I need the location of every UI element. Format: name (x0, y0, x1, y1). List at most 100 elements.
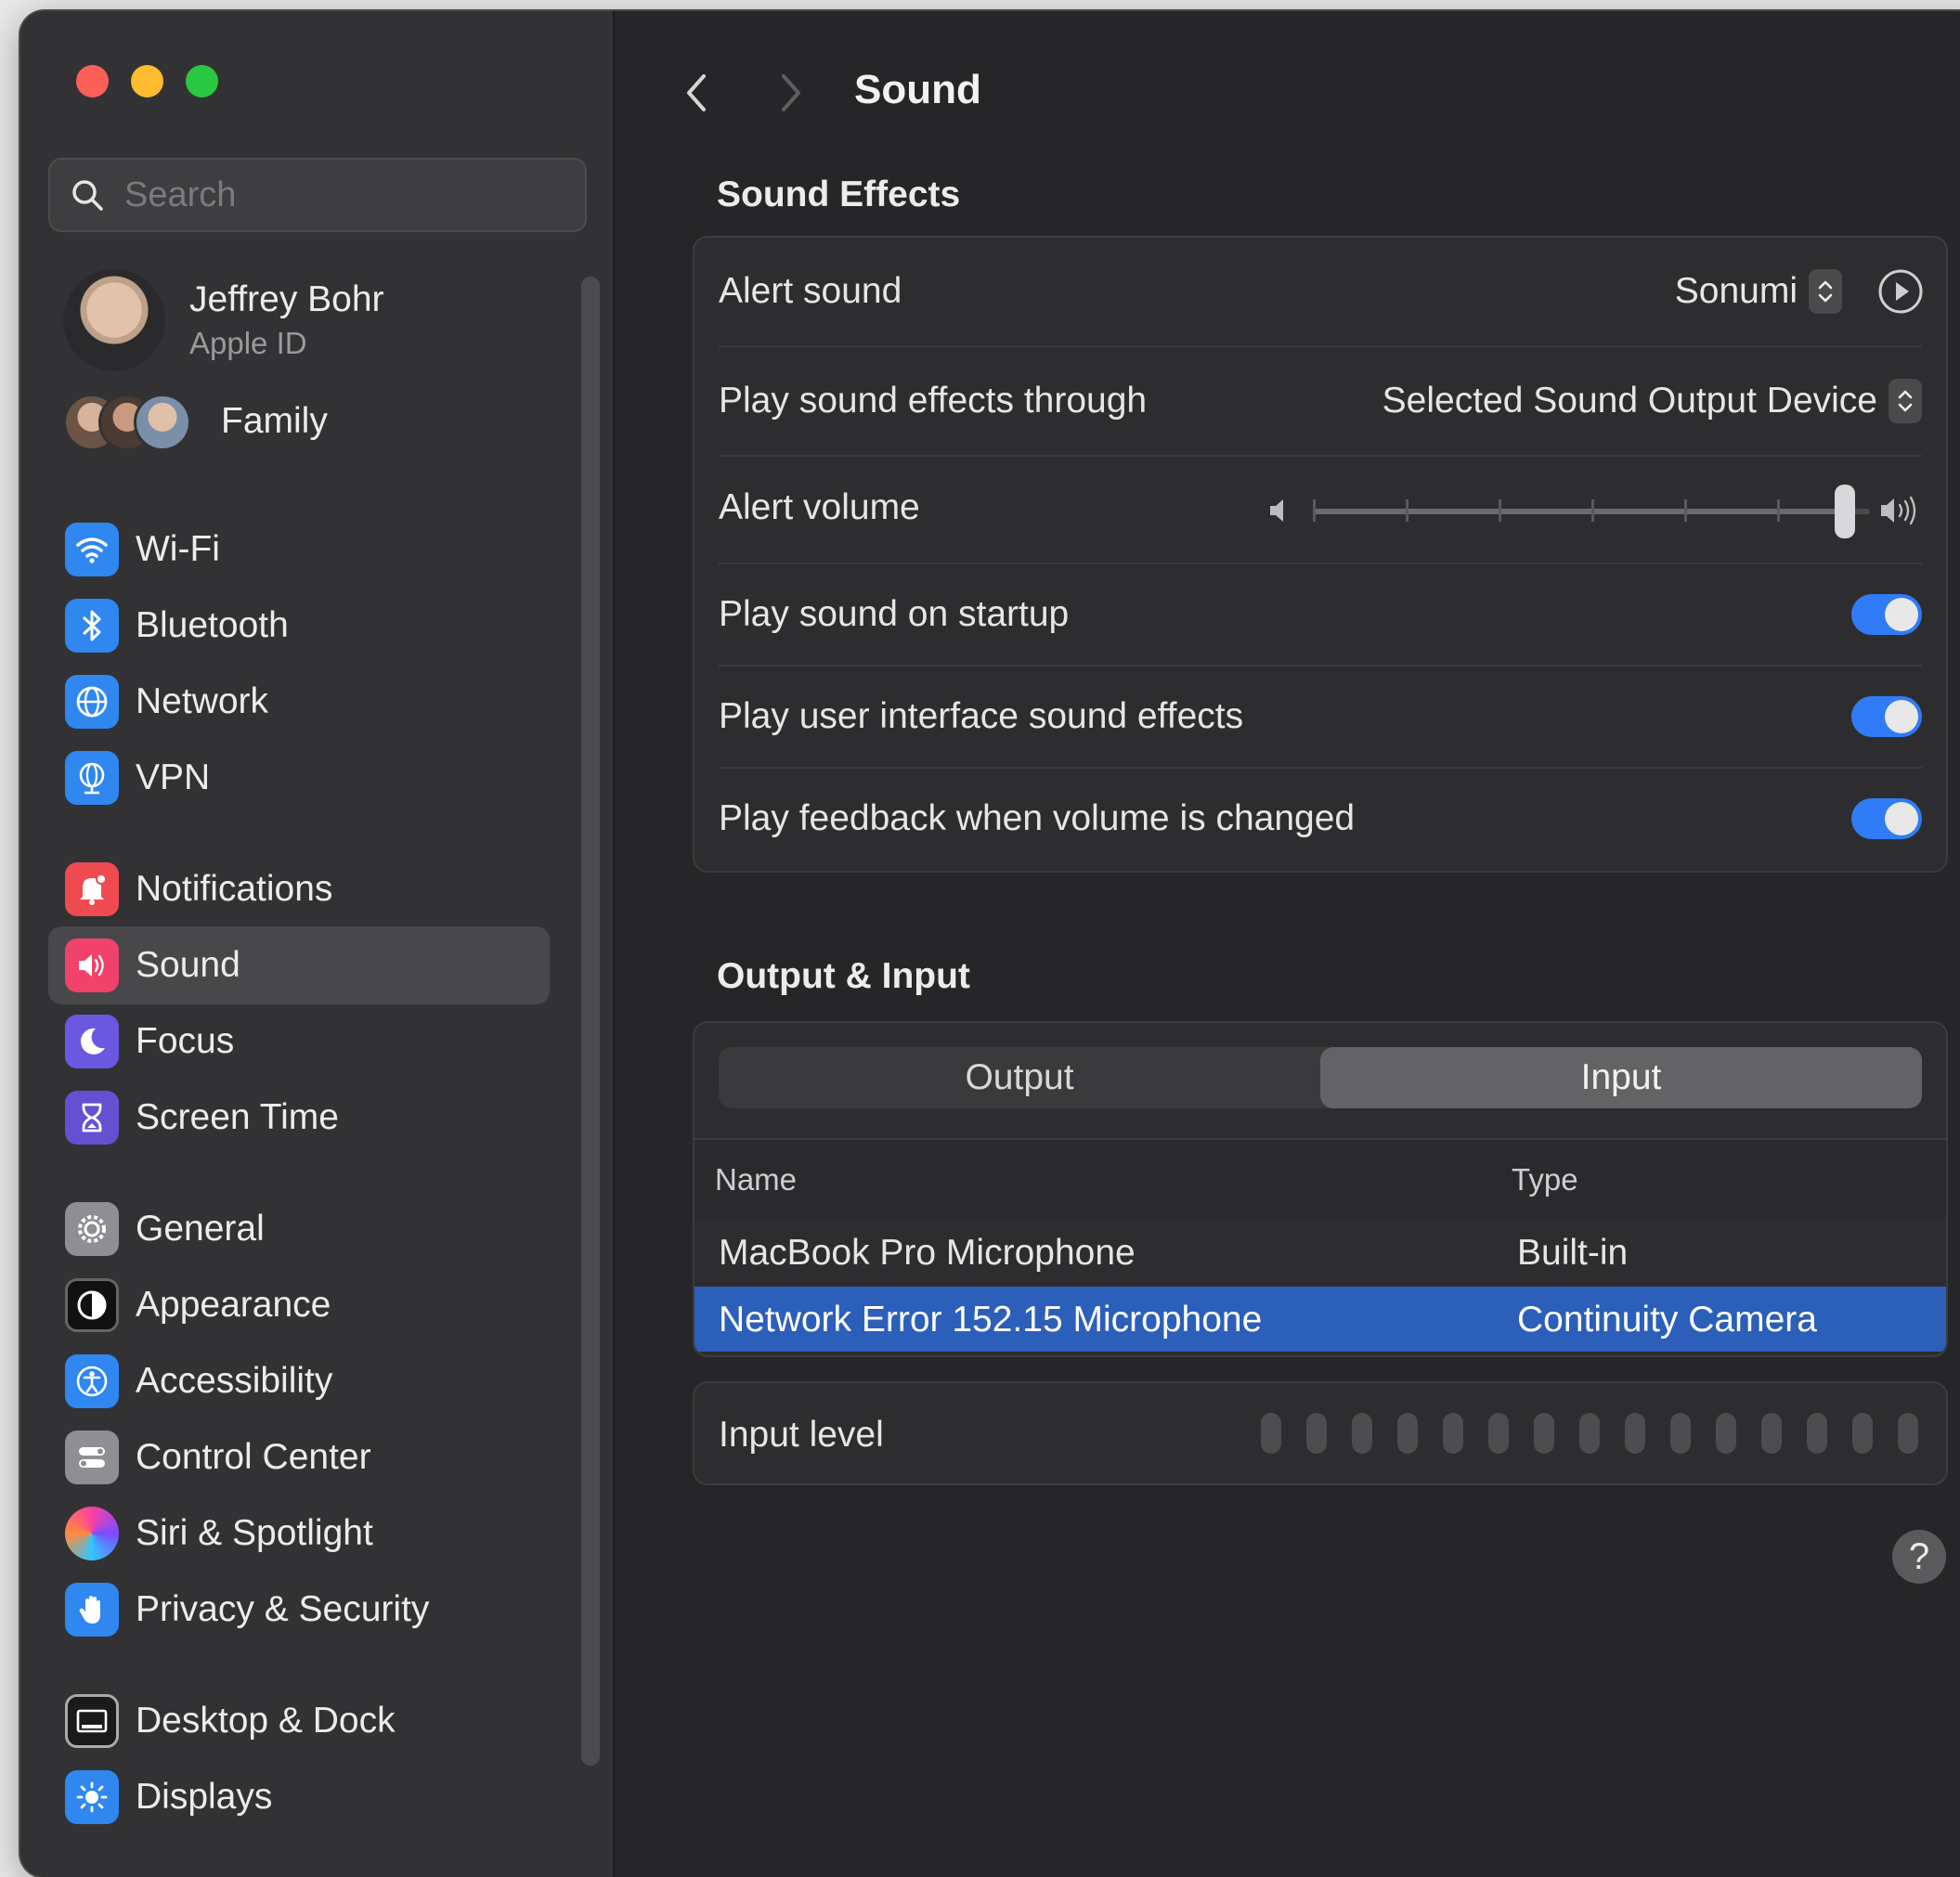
zoom-button[interactable] (186, 65, 218, 97)
level-segment (1306, 1413, 1327, 1454)
slider-track (1313, 485, 1870, 538)
startup-row: Play sound on startup (694, 564, 1946, 665)
slider-tick (1499, 499, 1501, 522)
minimize-button[interactable] (131, 65, 163, 97)
sidebar-item-wifi[interactable]: Wi-Fi (48, 511, 550, 589)
sidebar-item-screen-time[interactable]: Screen Time (48, 1079, 550, 1157)
play-through-popup[interactable]: Selected Sound Output Device (1382, 379, 1922, 423)
moon-icon (65, 1015, 119, 1068)
sidebar-item-vpn[interactable]: VPN (48, 739, 550, 817)
device-type: Continuity Camera (1517, 1300, 1817, 1340)
sidebar-item-label: Screen Time (136, 1097, 339, 1137)
sidebar-item-desktop-dock[interactable]: Desktop & Dock (48, 1682, 550, 1760)
alert-sound-value: Sonumi (1674, 271, 1798, 311)
level-segment (1443, 1413, 1463, 1454)
play-through-value: Selected Sound Output Device (1382, 381, 1877, 421)
slider-fill (1313, 509, 1845, 514)
column-header-name[interactable]: Name (715, 1162, 797, 1197)
hand-icon (65, 1583, 119, 1637)
level-segment (1807, 1413, 1827, 1454)
feedback-label: Play feedback when volume is changed (719, 798, 1356, 838)
gear-icon (65, 1202, 119, 1256)
sidebar-item-accessibility[interactable]: Accessibility (48, 1342, 550, 1420)
profile-subtitle: Apple ID (189, 326, 307, 360)
feedback-toggle[interactable] (1851, 798, 1922, 839)
chevron-left-icon[interactable] (678, 65, 715, 121)
family-label: Family (221, 401, 328, 441)
section-title-output-input: Output & Input (717, 956, 970, 996)
close-button[interactable] (76, 65, 109, 97)
sidebar-item-label: Appearance (136, 1285, 331, 1325)
output-input-segmented-control: Output Input (719, 1047, 1922, 1108)
sidebar-item-label: Wi-Fi (136, 529, 220, 569)
sidebar-item-displays[interactable]: Displays (48, 1758, 550, 1836)
search-icon (72, 180, 103, 211)
alert-volume-row: Alert volume (694, 457, 1946, 559)
play-icon[interactable] (1877, 268, 1924, 315)
input-level-meter (1261, 1413, 1918, 1454)
sidebar-item-label: General (136, 1209, 265, 1249)
sidebar-item-control-center[interactable]: Control Center (48, 1418, 550, 1496)
main-pane: Sound Sound Effects Alert sound Sonumi P… (615, 11, 1960, 1877)
tab-input[interactable]: Input (1320, 1047, 1922, 1108)
slider-knob[interactable] (1835, 485, 1855, 538)
column-header-type[interactable]: Type (1512, 1162, 1578, 1197)
alert-sound-popup[interactable]: Sonumi (1675, 269, 1842, 314)
slider-tick (1684, 499, 1687, 522)
level-segment (1898, 1413, 1918, 1454)
device-type: Built-in (1517, 1233, 1629, 1273)
sidebar-item-general[interactable]: General (48, 1190, 550, 1268)
alert-sound-label: Alert sound (719, 271, 902, 311)
page-title: Sound (854, 67, 981, 112)
vpn-globe-icon (65, 751, 119, 805)
sidebar-item-appearance[interactable]: Appearance (48, 1266, 550, 1344)
sidebar-item-label: Siri & Spotlight (136, 1513, 373, 1553)
input-level-row: Input level (694, 1383, 1946, 1487)
table-row-selected[interactable]: Network Error 152.15 Microphone Continui… (694, 1287, 1946, 1352)
ui-effects-toggle[interactable] (1851, 696, 1922, 737)
table-header: Name Type (694, 1138, 1946, 1220)
level-segment (1261, 1413, 1281, 1454)
globe-icon (65, 675, 119, 729)
tab-output[interactable]: Output (719, 1047, 1320, 1108)
family-avatar (134, 394, 191, 451)
sidebar-item-bluetooth[interactable]: Bluetooth (48, 587, 550, 665)
sidebar-item-focus[interactable]: Focus (48, 1003, 550, 1081)
dock-icon (65, 1694, 119, 1748)
family-item[interactable]: Family (63, 394, 328, 451)
device-name: MacBook Pro Microphone (719, 1233, 1136, 1273)
search-input[interactable] (123, 174, 535, 216)
help-button[interactable]: ? (1892, 1530, 1946, 1584)
level-segment (1397, 1413, 1418, 1454)
sidebar-item-label: Sound (136, 945, 240, 985)
bell-icon (65, 862, 119, 916)
sidebar-item-label: Focus (136, 1021, 235, 1061)
family-avatars (63, 394, 193, 451)
sidebar-item-network[interactable]: Network (48, 663, 550, 741)
feedback-row: Play feedback when volume is changed (694, 769, 1946, 869)
settings-window: Jeffrey Bohr Apple ID Family Wi-Fi Bluet… (20, 11, 1960, 1877)
alert-volume-slider[interactable] (1266, 483, 1926, 538)
chevron-right-icon[interactable] (772, 65, 810, 121)
sidebar-item-label: Network (136, 681, 269, 721)
level-segment (1716, 1413, 1736, 1454)
sidebar-item-notifications[interactable]: Notifications (48, 850, 550, 928)
toolbar: Sound (615, 48, 1960, 132)
sidebar-item-label: Bluetooth (136, 605, 289, 645)
apple-id-profile[interactable]: Jeffrey Bohr Apple ID (63, 269, 384, 371)
sidebar-item-privacy-security[interactable]: Privacy & Security (48, 1571, 550, 1649)
level-segment (1852, 1413, 1873, 1454)
level-segment (1670, 1413, 1691, 1454)
table-row[interactable]: MacBook Pro Microphone Built-in (694, 1220, 1946, 1285)
sidebar-scrollbar[interactable] (581, 277, 600, 1766)
sidebar-item-sound[interactable]: Sound (48, 926, 550, 1004)
level-segment (1761, 1413, 1782, 1454)
sidebar-item-siri-spotlight[interactable]: Siri & Spotlight (48, 1495, 550, 1573)
slider-tick (1591, 499, 1594, 522)
device-name: Network Error 152.15 Microphone (719, 1300, 1263, 1340)
startup-toggle[interactable] (1851, 594, 1922, 635)
input-level-label: Input level (719, 1415, 884, 1455)
output-input-group: Output Input Name Type MacBook Pro Micro… (693, 1021, 1948, 1357)
play-through-row: Play sound effects through Selected Soun… (694, 347, 1946, 455)
search-field[interactable] (48, 158, 587, 232)
